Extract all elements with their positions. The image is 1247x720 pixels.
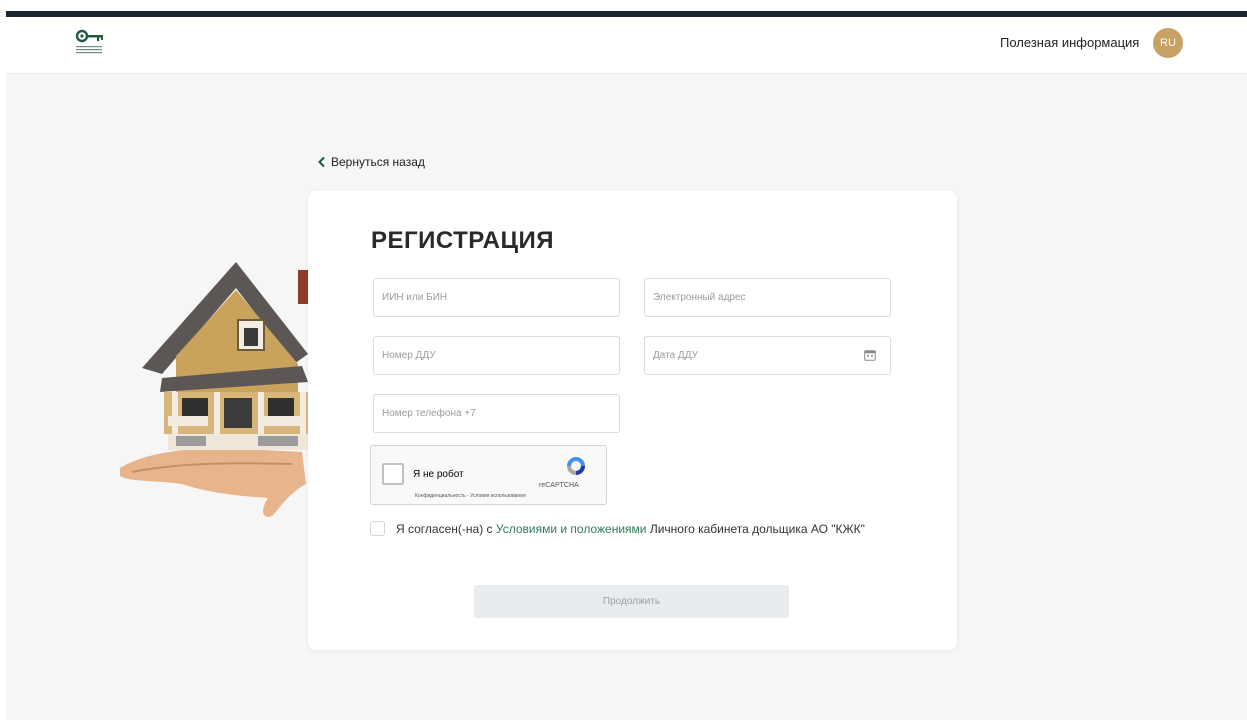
hand-house-illustration: [120, 262, 308, 517]
left-strip: [0, 17, 6, 720]
email-input[interactable]: [645, 279, 890, 316]
language-switcher[interactable]: RU: [1153, 28, 1183, 58]
terms-text: Я согласен(-на) с Условиями и положениям…: [396, 522, 865, 536]
site-header: Полезная информация RU: [6, 17, 1247, 74]
phone-field-wrapper: [373, 394, 620, 433]
terms-link[interactable]: Условиями и положениями: [496, 522, 647, 536]
calendar-icon[interactable]: [864, 349, 876, 361]
back-link[interactable]: Вернуться назад: [317, 155, 425, 169]
ddu-number-input[interactable]: [374, 337, 619, 374]
iin-input[interactable]: [374, 279, 619, 316]
recaptcha-checkbox[interactable]: [382, 463, 404, 485]
recaptcha-links[interactable]: Конфиденциальность - Условия использован…: [415, 493, 526, 499]
recaptcha-logo-icon: [567, 457, 585, 475]
terms-agreement: Я согласен(-на) с Условиями и положениям…: [370, 521, 865, 536]
phone-input[interactable]: [374, 395, 619, 432]
ddu-date-input[interactable]: [645, 337, 890, 374]
iin-field-wrapper: [373, 278, 620, 317]
email-field-wrapper: [644, 278, 891, 317]
recaptcha-brand: reCAPTCHA: [539, 482, 579, 489]
registration-card: РЕГИСТРАЦИЯ Я не робот reCAPTCHA Конфиде…: [308, 191, 957, 650]
back-link-label: Вернуться назад: [331, 155, 425, 169]
useful-info-link[interactable]: Полезная информация: [1000, 35, 1139, 50]
ddu-date-field-wrapper: [644, 336, 891, 375]
page-title: РЕГИСТРАЦИЯ: [371, 227, 555, 254]
chevron-left-icon: [318, 156, 325, 168]
terms-suffix: Личного кабинета дольщика АО "КЖК": [649, 521, 865, 536]
continue-button[interactable]: Продолжить: [474, 585, 789, 618]
logo-icon[interactable]: [73, 28, 105, 62]
terms-checkbox[interactable]: [370, 521, 385, 536]
recaptcha-widget: Я не робот reCAPTCHA Конфиденциальность …: [370, 445, 607, 505]
ddu-number-field-wrapper: [373, 336, 620, 375]
terms-prefix: Я согласен(-на) с: [396, 521, 493, 536]
recaptcha-label: Я не робот: [413, 469, 464, 480]
